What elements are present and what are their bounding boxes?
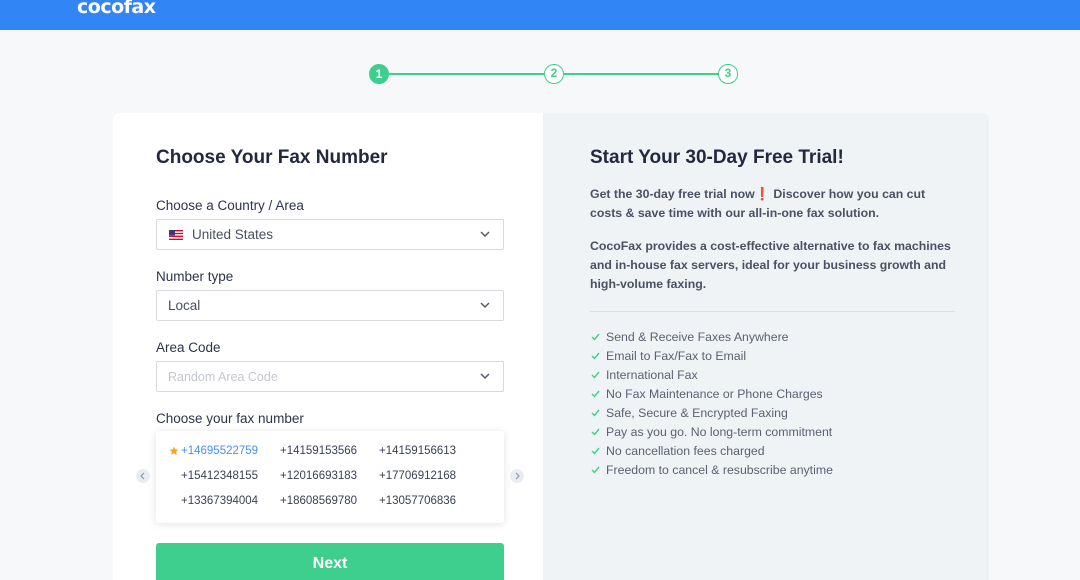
chevron-down-icon (480, 302, 490, 309)
feature-text: Email to Fax/Fax to Email (606, 349, 747, 363)
check-icon (591, 390, 600, 398)
step-connector (389, 73, 544, 75)
country-label: Choose a Country / Area (156, 198, 304, 213)
check-icon (591, 428, 600, 436)
number-type-select[interactable]: Local (156, 290, 504, 321)
fax-number-option[interactable]: +12016693183 (280, 470, 357, 482)
check-icon (591, 371, 600, 379)
us-flag-icon (169, 230, 183, 240)
cocofax-description: CocoFax provides a cost-effective altern… (590, 239, 951, 291)
star-icon (169, 446, 179, 455)
country-value: United States (192, 227, 274, 242)
chevron-left-icon (140, 472, 145, 480)
chevron-right-icon (515, 472, 520, 480)
next-numbers-button[interactable] (510, 469, 524, 483)
area-code-select[interactable]: Random Area Code (156, 361, 504, 392)
chevron-down-icon (480, 373, 490, 380)
feature-item: Email to Fax/Fax to Email (590, 349, 833, 368)
check-icon (591, 466, 600, 474)
step-2: 2 (544, 64, 564, 84)
fax-number-option[interactable]: +13367394004 (181, 495, 258, 507)
trial-title: Start Your 30-Day Free Trial! (590, 147, 844, 168)
feature-item: Freedom to cancel & resubscribe anytime (590, 463, 833, 482)
fax-number-option[interactable]: +14695522759 (181, 445, 258, 457)
number-type-label: Number type (156, 269, 234, 284)
fax-number-label: Choose your fax number (156, 411, 304, 426)
check-icon (591, 409, 600, 417)
step-connector (564, 73, 718, 75)
top-bar: cocofax (0, 0, 1080, 30)
fax-number-option[interactable]: +14159153566 (280, 445, 357, 457)
fax-number-option[interactable]: +14159156613 (379, 445, 456, 457)
feature-item: International Fax (590, 368, 833, 387)
trial-description: Get the 30-day free trial now❗ Discover … (590, 187, 926, 220)
progress-stepper: 1 2 3 (369, 64, 739, 86)
feature-text: International Fax (606, 368, 698, 382)
feature-list: Send & Receive Faxes Anywhere Email to F… (590, 330, 833, 482)
form-title: Choose Your Fax Number (156, 147, 388, 168)
feature-text: Freedom to cancel & resubscribe anytime (606, 463, 833, 477)
check-icon (591, 333, 600, 341)
feature-text: Send & Receive Faxes Anywhere (606, 330, 789, 344)
feature-item: No cancellation fees charged (590, 444, 833, 463)
divider (590, 311, 955, 312)
area-code-placeholder: Random Area Code (168, 370, 278, 384)
fax-number-picker: +14695522759 +14159153566 +14159156613 +… (156, 431, 504, 523)
feature-item: Send & Receive Faxes Anywhere (590, 330, 833, 349)
feature-text: Pay as you go. No long-term commitment (606, 425, 833, 439)
feature-text: Safe, Secure & Encrypted Faxing (606, 406, 788, 420)
feature-item: Safe, Secure & Encrypted Faxing (590, 406, 833, 425)
fax-number-option[interactable]: +15412348155 (181, 470, 258, 482)
fax-number-form: Choose Your Fax Number Choose a Country … (113, 113, 543, 580)
feature-item: Pay as you go. No long-term commitment (590, 425, 833, 444)
fax-number-option[interactable]: +13057706836 (379, 495, 456, 507)
feature-text: No cancellation fees charged (606, 444, 765, 458)
check-icon (591, 447, 600, 455)
area-code-label: Area Code (156, 340, 221, 355)
feature-item: No Fax Maintenance or Phone Charges (590, 387, 833, 406)
step-1: 1 (369, 64, 389, 84)
free-trial-panel: Start Your 30-Day Free Trial! Get the 30… (543, 113, 989, 580)
check-icon (591, 352, 600, 360)
prev-numbers-button[interactable] (136, 469, 150, 483)
fax-number-option[interactable]: +18608569780 (280, 495, 357, 507)
feature-text: No Fax Maintenance or Phone Charges (606, 387, 823, 401)
step-3: 3 (718, 64, 738, 84)
chevron-down-icon (480, 231, 490, 238)
country-select[interactable]: United States (156, 219, 504, 250)
number-type-value: Local (168, 298, 201, 313)
next-button[interactable]: Next (156, 543, 504, 580)
fax-number-option[interactable]: +17706912168 (379, 470, 456, 482)
cocofax-logo[interactable]: cocofax (77, 0, 156, 18)
